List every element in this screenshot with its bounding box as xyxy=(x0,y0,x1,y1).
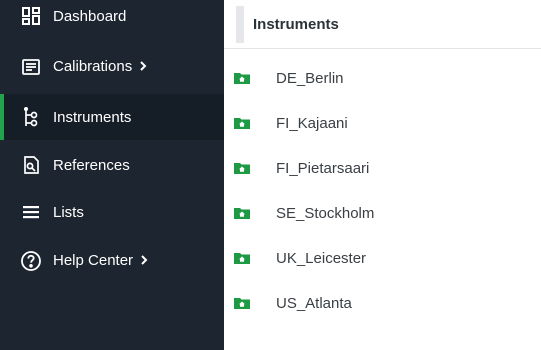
list-item[interactable]: FI_Kajaani xyxy=(224,103,541,143)
chevron-right-icon xyxy=(139,253,149,270)
folder-home-icon xyxy=(233,71,251,85)
instrument-label: FI_Kajaani xyxy=(276,114,348,132)
sidebar-item-lists[interactable]: Lists xyxy=(0,189,224,235)
sidebar-item-label-text: Calibrations xyxy=(53,58,133,76)
references-icon xyxy=(20,154,42,176)
instrument-label: UK_Leicester xyxy=(276,249,367,267)
instrument-label: US_Atlanta xyxy=(276,294,352,312)
sidebar-item-label: Help Center xyxy=(53,252,149,270)
list-item[interactable]: UK_Leicester xyxy=(224,238,541,278)
instruments-icon xyxy=(20,106,42,128)
instrument-label: SE_Stockholm xyxy=(276,204,375,222)
chevron-right-icon xyxy=(138,59,148,76)
sidebar: Dashboard Calibrations Instruments Refer… xyxy=(0,0,224,350)
list-item[interactable]: DE_Berlin xyxy=(224,58,541,98)
folder-home-icon xyxy=(233,296,251,310)
sidebar-item-label: Instruments xyxy=(53,108,132,126)
calibrations-icon xyxy=(20,56,42,78)
instrument-label: DE_Berlin xyxy=(276,69,344,87)
sidebar-item-help-center[interactable]: Help Center xyxy=(0,238,224,284)
sidebar-item-dashboard[interactable]: Dashboard xyxy=(0,0,224,39)
sidebar-item-instruments[interactable]: Instruments xyxy=(0,94,224,140)
folder-home-icon xyxy=(233,116,251,130)
header-divider xyxy=(236,6,244,43)
sidebar-item-label: Dashboard xyxy=(53,7,127,25)
list-item[interactable]: SE_Stockholm xyxy=(224,193,541,233)
list-item[interactable]: US_Atlanta xyxy=(224,283,541,323)
page-title: Instruments xyxy=(253,16,339,33)
help-icon xyxy=(20,250,42,272)
folder-home-icon xyxy=(233,206,251,220)
sidebar-item-references[interactable]: References xyxy=(0,142,224,188)
folder-home-icon xyxy=(233,161,251,175)
sidebar-item-label: Calibrations xyxy=(53,58,148,76)
page-header: Instruments xyxy=(224,0,541,49)
folder-home-icon xyxy=(233,251,251,265)
main-panel: Instruments DE_Berlin FI_Kajaani FI_Pietar… xyxy=(224,0,541,350)
instrument-label: FI_Pietarsaari xyxy=(276,159,370,177)
list-icon xyxy=(20,201,42,223)
sidebar-item-calibrations[interactable]: Calibrations xyxy=(0,44,224,90)
sidebar-item-label: References xyxy=(53,156,130,174)
dashboard-icon xyxy=(20,5,42,27)
sidebar-item-label-text: Help Center xyxy=(53,252,134,270)
list-item[interactable]: FI_Pietarsaari xyxy=(224,148,541,188)
sidebar-item-label: Lists xyxy=(53,203,84,221)
